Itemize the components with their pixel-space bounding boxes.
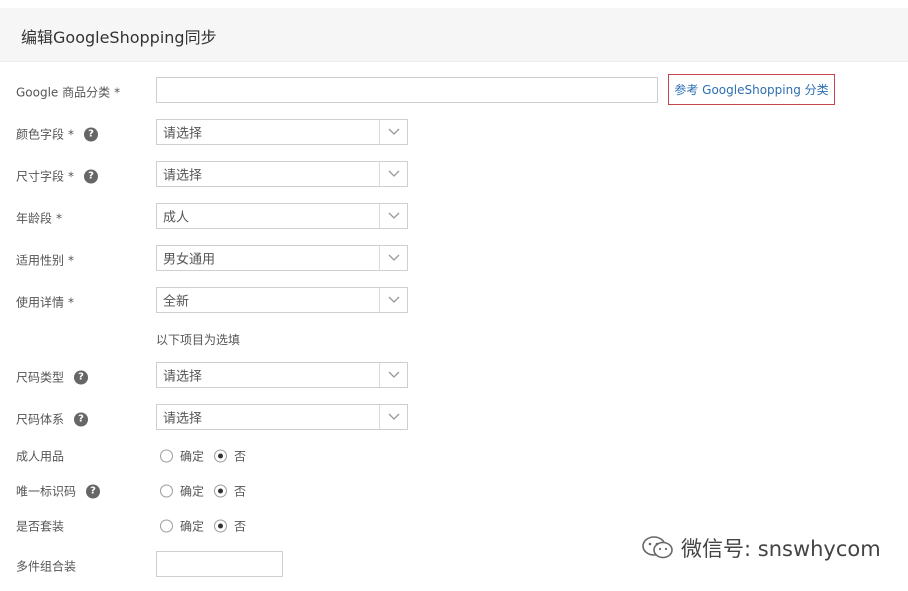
condition-select[interactable]: 全新 <box>156 287 408 313</box>
unique-identifier-radio-group: 确定 否 <box>160 483 256 500</box>
help-icon[interactable]: ? <box>74 370 89 384</box>
bundle-radio-group: 确定 否 <box>160 518 256 535</box>
size-type-row: 尺码类型 ? 请选择 <box>0 362 908 392</box>
select-value: 请选择 <box>163 126 203 142</box>
adult-products-label: 成人用品 <box>16 449 65 464</box>
age-group-label: 年龄段 <box>16 211 53 226</box>
chevron-down-icon[interactable] <box>379 363 407 387</box>
size-type-select[interactable]: 请选择 <box>156 362 408 388</box>
bundle-label: 是否套装 <box>16 519 65 534</box>
edit-google-shopping-page: 编辑GoogleShopping同步 Google 商品分类 * 参考 Goog… <box>0 0 908 591</box>
required-marker: * <box>68 253 75 267</box>
adult-products-row: 成人用品 确定 否 <box>0 441 908 471</box>
radio-no[interactable] <box>214 449 228 463</box>
radio-no[interactable] <box>214 484 228 498</box>
radio-yes-label: 确定 <box>180 519 205 534</box>
unique-identifier-row: 唯一标识码 ? 确定 否 <box>0 476 908 506</box>
condition-row: 使用详情 * 全新 <box>0 287 908 317</box>
size-field-label: 尺寸字段 <box>16 169 65 184</box>
select-value: 请选择 <box>163 369 203 385</box>
chevron-down-icon[interactable] <box>379 288 407 312</box>
chevron-down-icon[interactable] <box>379 162 407 186</box>
chevron-down-icon[interactable] <box>379 405 407 429</box>
age-group-row: 年龄段 * 成人 <box>0 203 908 233</box>
gender-row: 适用性别 * 男女通用 <box>0 245 908 275</box>
help-icon[interactable]: ? <box>86 484 101 498</box>
help-icon[interactable]: ? <box>84 127 99 141</box>
wechat-watermark: 微信号: snswhycom <box>641 533 881 563</box>
select-value: 请选择 <box>163 411 203 427</box>
size-field-row: 尺寸字段 * ? 请选择 <box>0 161 908 191</box>
size-type-label: 尺码类型 <box>16 370 65 385</box>
required-marker: * <box>114 85 121 99</box>
required-marker: * <box>68 295 75 309</box>
optional-note: 以下项目为选填 <box>156 333 241 347</box>
color-field-row: 颜色字段 * ? 请选择 <box>0 119 908 149</box>
radio-yes-label: 确定 <box>180 449 205 464</box>
radio-yes[interactable] <box>160 519 173 533</box>
page-title: 编辑GoogleShopping同步 <box>21 28 217 47</box>
age-group-select[interactable]: 成人 <box>156 203 408 229</box>
wechat-icon <box>642 536 673 559</box>
color-field-label: 颜色字段 <box>16 127 65 142</box>
watermark-text: 微信号: snswhycom <box>681 537 881 561</box>
required-marker: * <box>68 169 75 183</box>
required-marker: * <box>68 127 75 141</box>
radio-no[interactable] <box>214 519 228 533</box>
radio-no-label: 否 <box>234 449 247 464</box>
adult-products-radio-group: 确定 否 <box>160 448 256 465</box>
google-category-input[interactable] <box>156 77 658 103</box>
required-marker: * <box>56 211 63 225</box>
gender-label: 适用性别 <box>16 253 65 268</box>
size-system-row: 尺码体系 ? 请选择 <box>0 404 908 434</box>
select-value: 请选择 <box>163 168 203 184</box>
radio-yes[interactable] <box>160 484 173 498</box>
multipack-label: 多件组合装 <box>16 559 77 574</box>
select-value: 成人 <box>163 210 190 226</box>
size-field-select[interactable]: 请选择 <box>156 161 408 187</box>
google-category-label: Google 商品分类 <box>16 85 111 100</box>
reference-category-button[interactable]: 参考 GoogleShopping 分类 <box>668 74 835 105</box>
gender-select[interactable]: 男女通用 <box>156 245 408 271</box>
google-category-row: Google 商品分类 * 参考 GoogleShopping 分类 <box>0 74 908 107</box>
unique-identifier-label: 唯一标识码 <box>16 484 77 499</box>
help-icon[interactable]: ? <box>84 169 99 183</box>
page-header: 编辑GoogleShopping同步 <box>0 8 908 62</box>
chevron-down-icon[interactable] <box>379 246 407 270</box>
color-field-select[interactable]: 请选择 <box>156 119 408 145</box>
select-value: 男女通用 <box>163 252 216 268</box>
radio-yes-label: 确定 <box>180 484 205 499</box>
chevron-down-icon[interactable] <box>379 204 407 228</box>
select-value: 全新 <box>163 294 190 310</box>
chevron-down-icon[interactable] <box>379 120 407 144</box>
help-icon[interactable]: ? <box>74 412 89 426</box>
size-system-label: 尺码体系 <box>16 412 65 427</box>
multipack-input[interactable] <box>156 551 283 577</box>
radio-no-label: 否 <box>234 484 247 499</box>
radio-yes[interactable] <box>160 449 173 463</box>
radio-no-label: 否 <box>234 519 247 534</box>
size-system-select[interactable]: 请选择 <box>156 404 408 430</box>
condition-label: 使用详情 <box>16 295 65 310</box>
